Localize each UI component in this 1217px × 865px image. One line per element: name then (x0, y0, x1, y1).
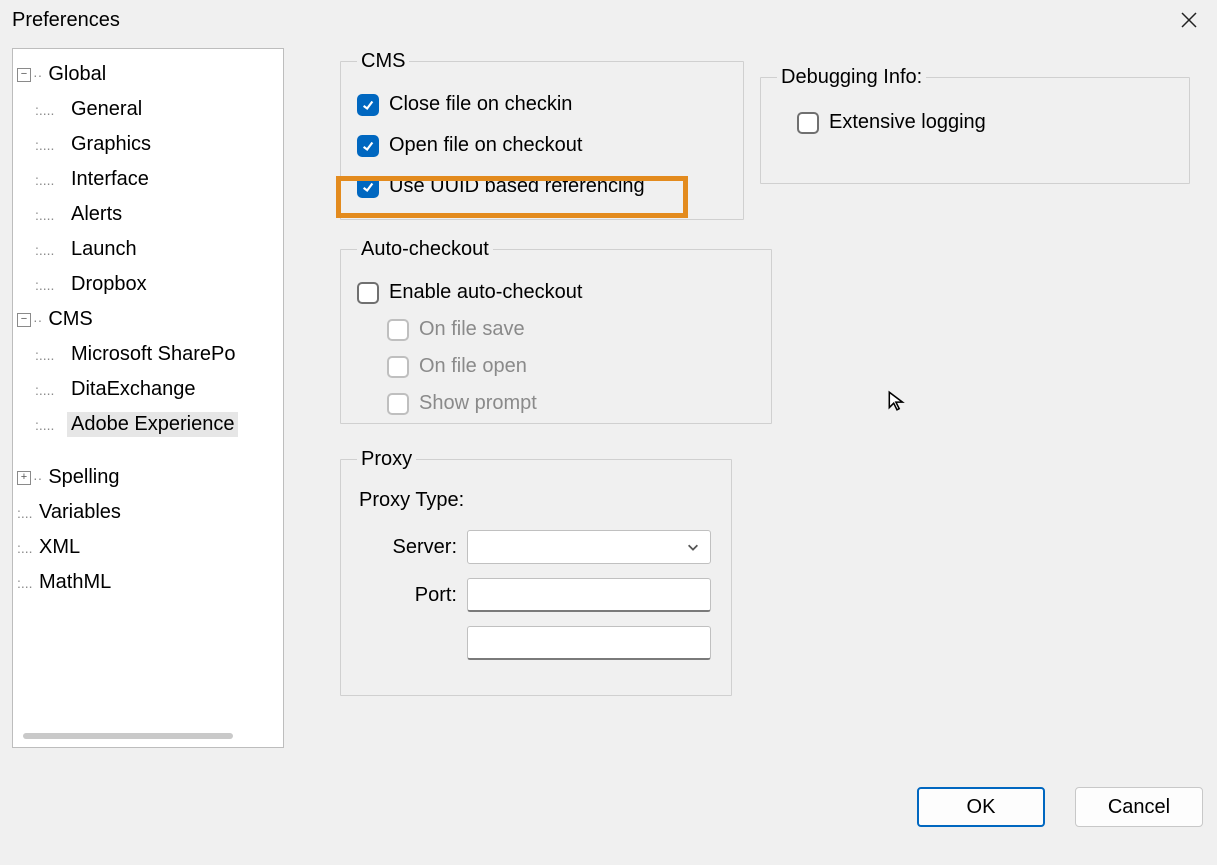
tree-node-launch[interactable]: :....Launch (35, 232, 281, 267)
tree-node-interface[interactable]: :....Interface (35, 162, 281, 197)
ok-button[interactable]: OK (917, 787, 1045, 827)
tree-node-variables[interactable]: :... Variables (17, 495, 281, 530)
titlebar: Preferences (0, 0, 1217, 40)
content-pane: CMS Close file on checkin Open file on c… (300, 48, 1205, 761)
tree-label-cms: CMS (44, 307, 96, 332)
open-file-label: Open file on checkout (389, 134, 582, 157)
extensive-logging-label: Extensive logging (829, 111, 986, 134)
uuid-checkbox[interactable] (357, 176, 379, 198)
proxy-type-label: Proxy Type: (357, 489, 715, 512)
tree-node-global[interactable]: − ·· Global (17, 57, 281, 92)
chevron-down-icon (686, 540, 700, 554)
uuid-label: Use UUID based referencing (389, 175, 645, 198)
close-icon[interactable] (1179, 10, 1199, 30)
proxy-extra-input[interactable] (467, 626, 711, 660)
proxy-group: Proxy Proxy Type: Server: Port: (340, 448, 732, 696)
debug-legend: Debugging Info: (777, 66, 926, 89)
tree-node-cms[interactable]: − ·· CMS (17, 302, 281, 337)
tree-node-adobe-experience[interactable]: :....Adobe Experience (35, 407, 281, 442)
tree-node-general[interactable]: :....General (35, 92, 281, 127)
tree-node-xml[interactable]: :... XML (17, 530, 281, 565)
preferences-dialog: Preferences − ·· Global :....General :..… (0, 0, 1217, 865)
auto-legend: Auto-checkout (357, 238, 493, 261)
server-combobox[interactable] (467, 530, 711, 564)
tree-node-mathml[interactable]: :... MathML (17, 565, 281, 600)
extensive-logging-checkbox[interactable] (797, 112, 819, 134)
collapse-icon[interactable]: − (17, 313, 31, 327)
tree-node-ditaexchange[interactable]: :....DitaExchange (35, 372, 281, 407)
dialog-buttons: OK Cancel (917, 787, 1203, 827)
cms-group: CMS Close file on checkin Open file on c… (340, 50, 744, 220)
port-input[interactable] (467, 578, 711, 612)
collapse-icon[interactable]: − (17, 68, 31, 82)
show-prompt-checkbox (387, 393, 409, 415)
server-label: Server: (357, 536, 467, 559)
tree-node-sharepoint[interactable]: :....Microsoft SharePo (35, 337, 281, 372)
cms-legend: CMS (357, 50, 409, 73)
cursor-icon (886, 390, 908, 418)
port-label: Port: (357, 584, 467, 607)
close-file-label: Close file on checkin (389, 93, 572, 116)
on-file-open-label: On file open (419, 355, 527, 378)
nav-tree-panel: − ·· Global :....General :....Graphics :… (12, 48, 284, 748)
close-file-checkbox[interactable] (357, 94, 379, 116)
auto-checkout-group: Auto-checkout Enable auto-checkout On fi… (340, 238, 772, 424)
expand-icon[interactable]: + (17, 471, 31, 485)
horizontal-scrollbar[interactable] (23, 733, 233, 739)
enable-auto-checkout-checkbox[interactable] (357, 282, 379, 304)
tree-node-alerts[interactable]: :....Alerts (35, 197, 281, 232)
tree-node-graphics[interactable]: :....Graphics (35, 127, 281, 162)
on-file-save-label: On file save (419, 318, 525, 341)
window-title: Preferences (8, 9, 1179, 32)
open-file-checkbox[interactable] (357, 135, 379, 157)
on-file-save-checkbox (387, 319, 409, 341)
cancel-button[interactable]: Cancel (1075, 787, 1203, 827)
tree-node-spelling[interactable]: + ·· Spelling (17, 460, 281, 495)
debugging-group: Debugging Info: Extensive logging (760, 66, 1190, 184)
enable-auto-checkout-label: Enable auto-checkout (389, 281, 582, 304)
show-prompt-label: Show prompt (419, 392, 537, 415)
on-file-open-checkbox (387, 356, 409, 378)
proxy-legend: Proxy (357, 448, 416, 471)
tree-node-dropbox[interactable]: :....Dropbox (35, 267, 281, 302)
tree-label-global: Global (44, 62, 110, 87)
